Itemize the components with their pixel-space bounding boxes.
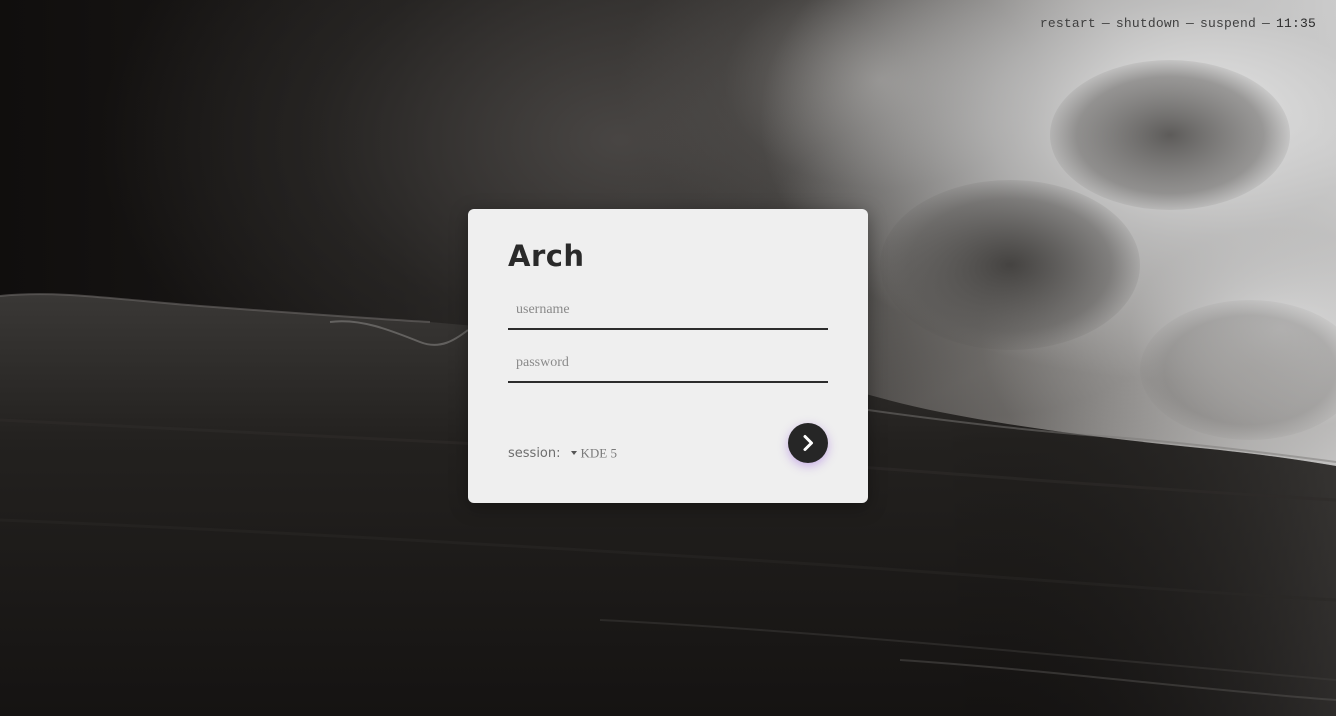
username-field <box>508 292 828 330</box>
session-label: session: <box>508 445 561 461</box>
password-input[interactable] <box>508 345 828 381</box>
chevron-right-icon <box>803 435 813 451</box>
separator: — <box>1101 16 1110 31</box>
login-submit-button[interactable] <box>788 423 828 463</box>
session-value: KDE 5 <box>580 445 617 461</box>
power-bar: restart — shutdown — suspend — 11:35 <box>1040 16 1316 31</box>
caret-down-icon <box>570 450 577 455</box>
restart-link[interactable]: restart <box>1040 16 1096 31</box>
username-input[interactable] <box>508 292 828 328</box>
host-title: Arch <box>508 239 585 273</box>
password-field <box>508 345 828 383</box>
shutdown-link[interactable]: shutdown <box>1116 16 1180 31</box>
separator: — <box>1185 16 1194 31</box>
login-screen: restart — shutdown — suspend — 11:35 Arch sess… <box>0 0 1336 716</box>
login-card: Arch session: KDE 5 <box>468 209 868 503</box>
clock: 11:35 <box>1275 16 1316 31</box>
separator: — <box>1261 16 1270 31</box>
suspend-link[interactable]: suspend <box>1200 16 1256 31</box>
session-selector: session: KDE 5 <box>508 444 617 464</box>
session-dropdown[interactable]: KDE 5 <box>570 444 617 462</box>
